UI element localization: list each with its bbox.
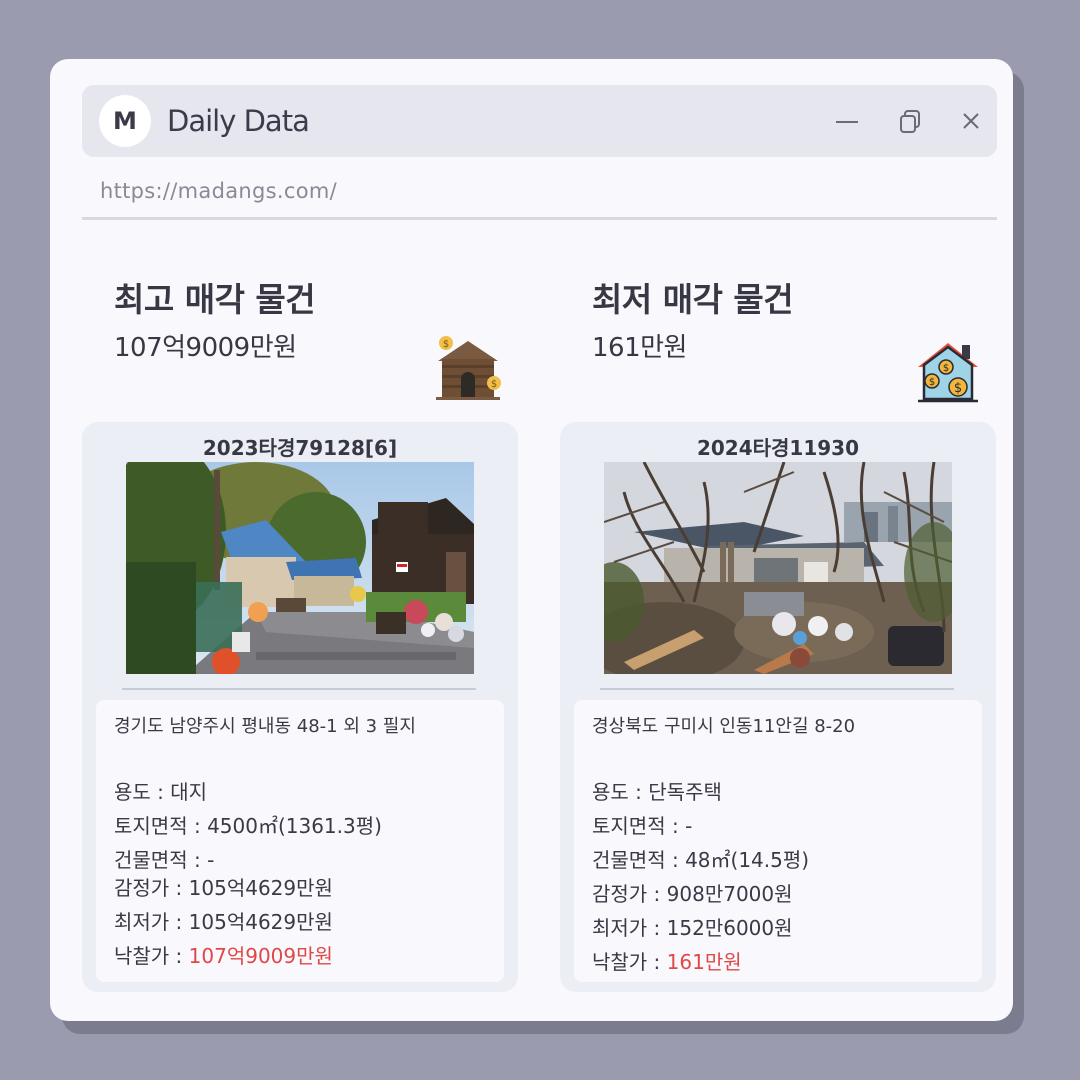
svg-text:$: $ xyxy=(929,377,935,388)
card-divider xyxy=(600,688,954,690)
title-bar[interactable]: M Daily Data xyxy=(82,85,997,157)
app-window: M Daily Data https://madangs.com/ 최고 매각 … xyxy=(50,59,1013,1021)
house-money-icon: $ $ $ xyxy=(916,339,980,407)
minimize-icon xyxy=(836,121,858,123)
usage-label: 용도 : xyxy=(592,780,649,804)
lowest-title: 최저 매각 물건 xyxy=(592,280,794,319)
village-street-photo[interactable] xyxy=(126,462,474,674)
winning-bid-row: 낙찰가 : 107억9009만원 xyxy=(114,940,333,969)
minimum-price-row: 최저가 : 105억4629만원 xyxy=(114,906,333,935)
minimum-price-row: 최저가 : 152만6000원 xyxy=(592,912,793,941)
usage-value: 대지 xyxy=(170,780,208,804)
highest-title: 최고 매각 물건 xyxy=(114,280,316,319)
restore-button[interactable] xyxy=(897,107,925,135)
usage-label: 용도 : xyxy=(114,780,171,804)
appraisal-value: 105억4629만원 xyxy=(188,876,333,900)
ruined-house-photo[interactable] xyxy=(604,462,952,674)
building-area-label: 건물면적 : xyxy=(114,848,208,872)
svg-text:$: $ xyxy=(943,363,949,374)
winning-bid-value: 161만원 xyxy=(666,950,742,974)
lowest-price: 161만원 xyxy=(592,333,687,363)
minimum-price-label: 최저가 : xyxy=(592,916,667,940)
building-area-row: 건물면적 : - xyxy=(114,844,214,873)
svg-text:$: $ xyxy=(491,379,497,390)
minimum-price-value: 105억4629만원 xyxy=(188,910,333,934)
building-area-value: - xyxy=(207,848,215,872)
usage-row: 용도 : 대지 xyxy=(114,776,207,805)
highest-property-card[interactable]: 2023타경79128[6] 경기도 남양주시 평내동 48-1 외 3 필지 … xyxy=(82,422,518,992)
url-divider xyxy=(82,217,997,220)
minimum-price-value: 152만6000원 xyxy=(666,916,793,940)
svg-text:$: $ xyxy=(954,381,962,396)
land-area-label: 토지면적 : xyxy=(114,814,208,838)
case-number: 2024타경11930 xyxy=(696,436,860,460)
land-area-label: 토지면적 : xyxy=(592,814,686,838)
property-address: 경상북도 구미시 인동11안길 8-20 xyxy=(592,716,856,737)
winning-bid-row: 낙찰가 : 161만원 xyxy=(592,946,742,975)
copy-icon xyxy=(900,110,920,133)
close-button[interactable] xyxy=(957,107,985,135)
appraisal-value: 908만7000원 xyxy=(666,882,793,906)
house-coin-icon: $ $ xyxy=(432,331,504,407)
property-info-box: 경기도 남양주시 평내동 48-1 외 3 필지 용도 : 대지 토지면적 : … xyxy=(96,700,504,982)
appraisal-row: 감정가 : 105억4629만원 xyxy=(114,872,333,901)
land-area-value: 4500㎡(1361.3평) xyxy=(207,814,382,838)
usage-row: 용도 : 단독주택 xyxy=(592,776,722,805)
close-icon xyxy=(963,113,979,129)
land-area-row: 토지면적 : - xyxy=(592,810,692,839)
highest-price: 107억9009만원 xyxy=(114,333,297,363)
property-info-box: 경상북도 구미시 인동11안길 8-20 용도 : 단독주택 토지면적 : - … xyxy=(574,700,982,982)
minimize-button[interactable] xyxy=(833,107,861,135)
app-title: Daily Data xyxy=(167,104,310,138)
land-area-row: 토지면적 : 4500㎡(1361.3평) xyxy=(114,810,382,839)
svg-text:$: $ xyxy=(443,339,449,350)
card-divider xyxy=(122,688,476,690)
building-area-label: 건물면적 : xyxy=(592,848,686,872)
winning-bid-label: 낙찰가 : xyxy=(592,950,667,974)
appraisal-label: 감정가 : xyxy=(592,882,667,906)
building-area-row: 건물면적 : 48㎡(14.5평) xyxy=(592,844,809,873)
minimum-price-label: 최저가 : xyxy=(114,910,189,934)
building-area-value: 48㎡(14.5평) xyxy=(685,848,810,872)
winning-bid-value: 107억9009만원 xyxy=(188,944,333,968)
winning-bid-label: 낙찰가 : xyxy=(114,944,189,968)
appraisal-row: 감정가 : 908만7000원 xyxy=(592,878,793,907)
lowest-property-card[interactable]: 2024타경11930 경상북도 구미시 인동11안길 8-20 용도: 단독… xyxy=(560,422,996,992)
property-address: 경기도 남양주시 평내동 48-1 외 3 필지 xyxy=(114,716,416,737)
usage-value: 단독주택 xyxy=(648,780,722,804)
land-area-value: - xyxy=(685,814,693,838)
case-number: 2023타경79128[6] xyxy=(202,436,398,460)
app-logo: M xyxy=(99,95,151,147)
appraisal-label: 감정가 : xyxy=(114,876,189,900)
url-text[interactable]: https://madangs.com/ xyxy=(100,179,337,203)
